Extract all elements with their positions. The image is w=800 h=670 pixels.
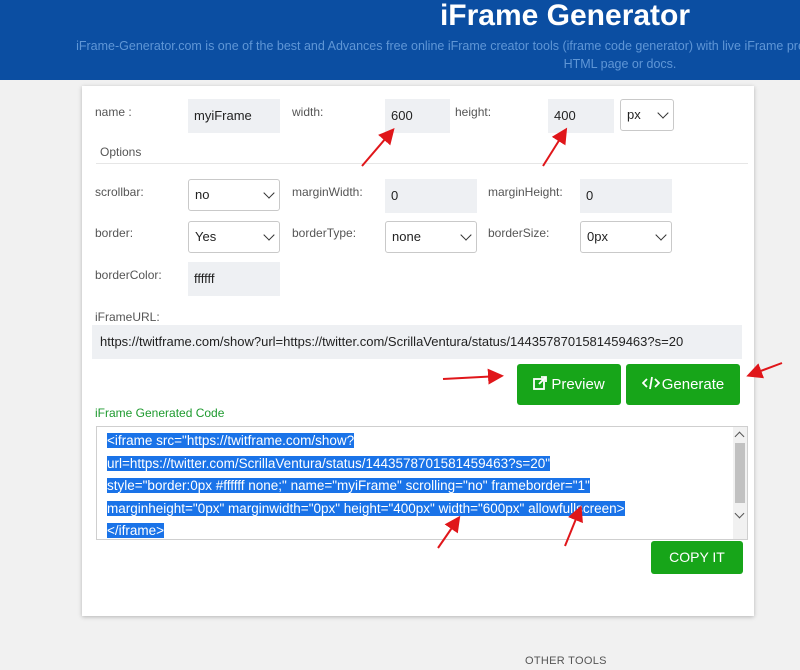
code-icon (641, 365, 660, 406)
scrollbar-value: no (195, 187, 210, 202)
border-color-label: borderColor: (95, 268, 162, 282)
textarea-scrollbar[interactable] (733, 427, 747, 539)
code-line: url=https://twitter.com/ScrillaVentura/s… (107, 455, 551, 471)
iframe-url-input[interactable]: https://twitframe.com/show?url=https://t… (92, 325, 742, 359)
scrollbar-select[interactable]: no (188, 179, 280, 211)
chevron-down-icon (657, 107, 669, 119)
unit-select[interactable]: px (620, 99, 674, 131)
margin-height-input[interactable]: 0 (580, 179, 672, 213)
page-title: iFrame Generator (439, 0, 691, 32)
border-type-value: none (392, 229, 421, 244)
name-input[interactable]: myiFrame (188, 99, 280, 133)
code-line: <iframe src="https://twitframe.com/show? (107, 433, 355, 448)
height-input[interactable]: 400 (548, 99, 614, 133)
page-subtitle: iFrame-Generator.com is one of the best … (76, 39, 800, 71)
scroll-up-icon[interactable] (734, 431, 745, 442)
border-value: Yes (195, 229, 217, 244)
height-label: height: (455, 105, 492, 119)
border-select[interactable]: Yes (188, 221, 280, 253)
generated-code-textarea[interactable]: <iframe src="https://twitframe.com/show?… (96, 426, 748, 540)
width-input[interactable]: 600 (385, 99, 450, 133)
header-banner: iFrame Generator iFrame-Generator.com is… (0, 0, 800, 80)
preview-icon (533, 365, 548, 406)
arrow-to-generate (746, 362, 783, 379)
border-label: border: (95, 226, 134, 240)
border-size-label: borderSize: (488, 226, 550, 240)
chevron-down-icon (263, 229, 275, 241)
scroll-down-icon[interactable] (734, 508, 745, 519)
border-color-input[interactable]: ffffff (188, 262, 280, 296)
scroll-thumb[interactable] (735, 443, 745, 503)
border-size-value: 0px (587, 229, 608, 244)
code-line: </iframe> (107, 523, 165, 538)
name-label: name : (95, 105, 132, 119)
margin-height-label: marginHeight: (488, 185, 563, 199)
other-tools-heading: OTHER TOOLS (525, 655, 607, 667)
chevron-down-icon (460, 229, 472, 241)
margin-width-input[interactable]: 0 (385, 179, 477, 213)
width-label: width: (292, 105, 324, 119)
chevron-down-icon (263, 187, 275, 199)
generate-label: Generate (661, 376, 725, 393)
options-label: Options (100, 145, 142, 159)
options-divider (96, 163, 748, 164)
copy-button[interactable]: COPY IT (651, 541, 743, 574)
border-type-select[interactable]: none (385, 221, 477, 253)
code-line: marginheight="0px" marginwidth="0px" hei… (107, 500, 625, 516)
scrollbar-label: scrollbar: (95, 185, 144, 199)
preview-label: Preview (551, 376, 605, 393)
preview-button[interactable]: Preview (517, 364, 621, 405)
border-type-label: borderType: (292, 226, 357, 240)
unit-value: px (627, 107, 641, 122)
chevron-down-icon (655, 229, 667, 241)
code-text: <iframe src="https://twitframe.com/show?… (107, 430, 733, 539)
iframe-url-label: iFrameURL: (95, 310, 160, 324)
generated-code-label: iFrame Generated Code (95, 406, 225, 420)
margin-width-label: marginWidth: (292, 185, 363, 199)
generate-button[interactable]: Generate (626, 364, 740, 405)
border-size-select[interactable]: 0px (580, 221, 672, 253)
code-line: style="border:0px #ffffff none;" name="m… (107, 478, 590, 493)
